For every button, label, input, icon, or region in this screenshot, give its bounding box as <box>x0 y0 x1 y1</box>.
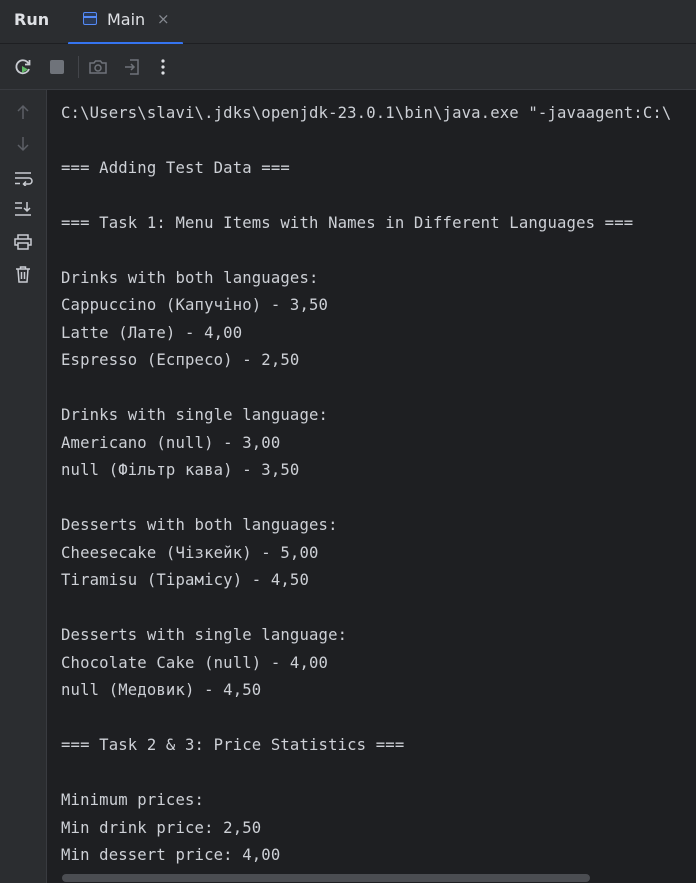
tab-main[interactable]: Main × <box>68 0 183 45</box>
console-line: Drinks with both languages: <box>61 268 319 287</box>
console-line: Desserts with both languages: <box>61 516 338 534</box>
tab-main-label: Main <box>107 10 146 29</box>
console-line: Desserts with single language: <box>61 626 348 644</box>
print-icon[interactable] <box>11 231 35 253</box>
console-line: Cheesecake (Чізкейк) - 5,00 <box>61 543 319 562</box>
console-line: C:\Users\slavi\.jdks\openjdk-23.0.1\bin\… <box>61 103 672 122</box>
more-icon[interactable] <box>152 56 174 78</box>
console-line: === Adding Test Data === <box>61 158 290 177</box>
console-line: null (Медовик) - 4,50 <box>61 681 262 699</box>
tool-window-header: Run Main × <box>0 0 696 45</box>
console-line: Espresso (Еспресо) - 2,50 <box>61 351 300 369</box>
console-line: Min drink price: 2,50 <box>61 818 262 837</box>
screenshot-icon[interactable] <box>87 56 109 78</box>
arrow-down-icon[interactable] <box>11 133 35 155</box>
arrow-up-icon[interactable] <box>11 101 35 123</box>
horizontal-scrollbar[interactable] <box>62 874 590 882</box>
scroll-to-end-icon[interactable] <box>11 198 35 220</box>
console-line: null (Фільтр кава) - 3,50 <box>61 461 300 479</box>
run-tool-window-title: Run <box>14 10 50 29</box>
console-line: Min dessert price: 4,00 <box>61 846 281 864</box>
console-tab-icon <box>83 12 97 25</box>
rerun-icon[interactable] <box>12 56 34 78</box>
close-icon[interactable]: × <box>157 10 170 28</box>
console-line: Latte (Лате) - 4,00 <box>61 323 243 342</box>
soft-wrap-icon[interactable] <box>11 167 35 189</box>
console-line: Minimum prices: <box>61 791 205 809</box>
toolbar-separator <box>78 56 79 78</box>
run-toolbar <box>0 44 696 90</box>
stop-icon[interactable] <box>46 56 68 78</box>
console-line: === Task 1: Menu Items with Names in Dif… <box>61 213 634 232</box>
console-line: Cappuccino (Капучіно) - 3,50 <box>61 296 329 314</box>
console-line: Chocolate Cake (null) - 4,00 <box>61 653 329 672</box>
console-line: Tiramisu (Тірамісу) - 4,50 <box>61 571 309 589</box>
console-output[interactable]: C:\Users\slavi\.jdks\openjdk-23.0.1\bin\… <box>47 90 696 883</box>
console-side-toolbar <box>0 90 47 883</box>
trash-icon[interactable] <box>11 263 35 285</box>
console-line: Drinks with single language: <box>61 406 329 424</box>
console-line: Americano (null) - 3,00 <box>61 433 281 452</box>
console-line: === Task 2 & 3: Price Statistics === <box>61 736 405 754</box>
exit-icon[interactable] <box>121 56 143 78</box>
